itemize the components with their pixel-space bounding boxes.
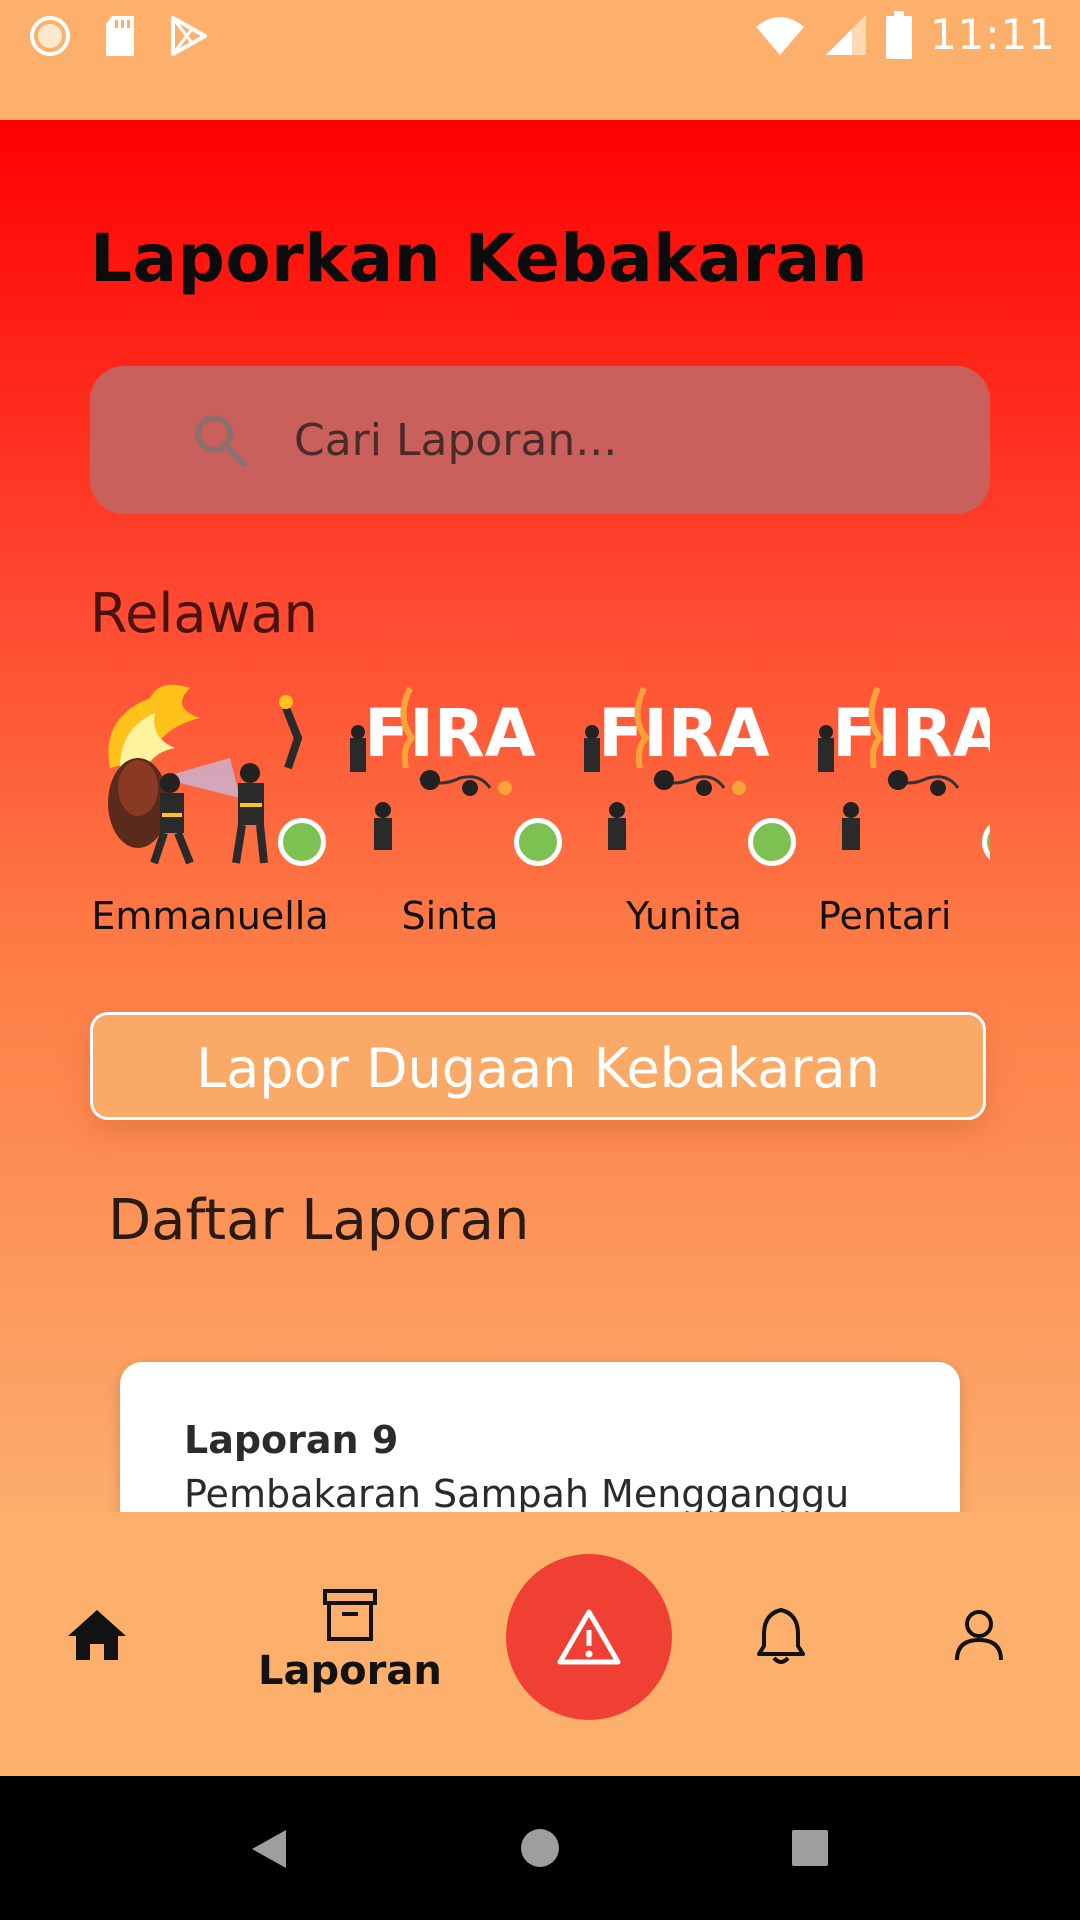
volunteer-name: Yunita bbox=[626, 894, 742, 938]
online-status-dot bbox=[748, 818, 796, 866]
volunteer-item[interactable]: Emmanuella bbox=[90, 678, 330, 1068]
nav-laporan[interactable]: Laporan bbox=[258, 1588, 442, 1694]
volunteer-item[interactable]: FIRA Yunita bbox=[564, 678, 804, 1068]
archive-box-icon bbox=[322, 1589, 377, 1641]
system-navigation-bar bbox=[0, 1776, 1080, 1920]
fira-logo: FIRA bbox=[818, 686, 990, 850]
recents-icon[interactable] bbox=[792, 1830, 828, 1866]
battery-icon bbox=[885, 10, 912, 59]
page-title: Laporkan Kebakaran bbox=[90, 220, 869, 297]
svg-text:FIRA: FIRA bbox=[598, 695, 770, 772]
report-list-title: Daftar Laporan bbox=[108, 1188, 530, 1253]
status-bar: 11:11 bbox=[0, 0, 1080, 120]
nav-profile[interactable] bbox=[954, 1608, 1004, 1662]
svg-text:FIRA: FIRA bbox=[364, 695, 536, 772]
report-card[interactable]: Laporan 9 Pembakaran Sampah Mengganggu bbox=[120, 1362, 960, 1512]
nav-label: Laporan bbox=[258, 1648, 442, 1694]
warning-triangle-icon bbox=[557, 1609, 621, 1665]
back-icon[interactable] bbox=[250, 1828, 288, 1870]
sd-card-icon bbox=[106, 16, 134, 56]
online-status-dot bbox=[278, 818, 326, 866]
online-status-dot bbox=[514, 818, 562, 866]
report-description: Pembakaran Sampah Mengganggu bbox=[184, 1472, 850, 1512]
sync-icon bbox=[30, 16, 70, 56]
svg-text:FIRA: FIRA bbox=[832, 695, 990, 772]
search-icon bbox=[195, 415, 248, 468]
main-content: Laporkan Kebakaran Relawan bbox=[0, 120, 1080, 1512]
bell-icon bbox=[757, 1608, 805, 1664]
status-time: 11:11 bbox=[929, 10, 1056, 59]
volunteers-list[interactable]: Emmanuella FIRA Sinta FIRA Yunita FIRA P… bbox=[90, 678, 990, 1068]
report-fire-button[interactable]: Lapor Dugaan Kebakaran bbox=[90, 1012, 986, 1120]
volunteers-label: Relawan bbox=[90, 582, 318, 645]
search-bar[interactable] bbox=[90, 366, 990, 514]
nav-notifications[interactable] bbox=[756, 1606, 806, 1666]
nav-home[interactable] bbox=[66, 1608, 128, 1662]
signal-icon bbox=[825, 14, 866, 55]
play-store-icon bbox=[171, 16, 207, 56]
report-warning-button[interactable] bbox=[506, 1554, 672, 1720]
volunteer-name: Sinta bbox=[401, 894, 499, 938]
volunteer-name: Emmanuella bbox=[91, 894, 329, 938]
volunteer-item[interactable]: FIRA Sinta bbox=[330, 678, 570, 1068]
wifi-icon bbox=[755, 16, 804, 55]
bottom-navigation: Laporan bbox=[0, 1512, 1080, 1776]
volunteer-name: Pentari bbox=[818, 894, 952, 938]
home-circle-icon[interactable] bbox=[520, 1828, 560, 1868]
search-input[interactable] bbox=[294, 406, 954, 474]
volunteer-item[interactable]: FIRA Pentari bbox=[798, 678, 990, 1068]
report-title: Laporan 9 bbox=[184, 1418, 399, 1462]
user-icon bbox=[955, 1610, 1003, 1661]
home-icon bbox=[68, 1610, 126, 1660]
